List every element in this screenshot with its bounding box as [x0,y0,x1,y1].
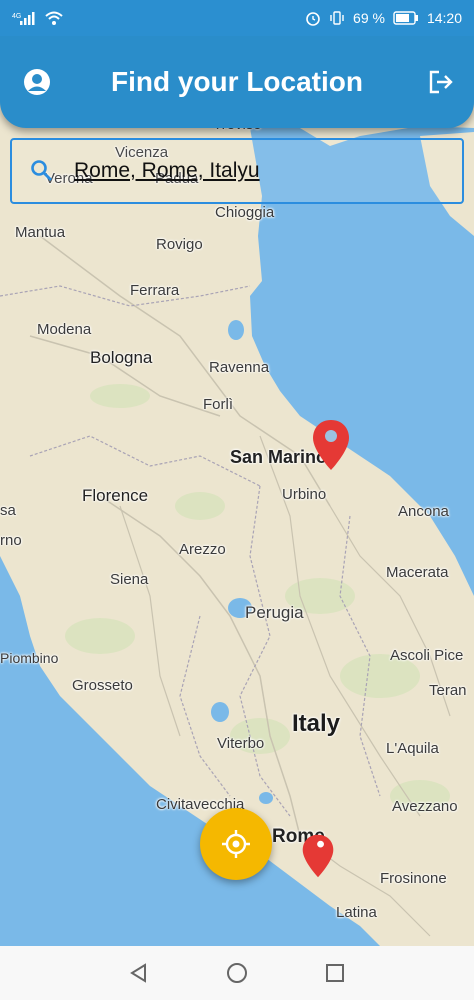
system-nav-bar [0,946,474,1000]
city-perugia: Perugia [245,603,304,622]
city-chioggia: Chioggia [215,204,275,221]
battery-percent: 69 % [353,10,385,26]
city-arezzo: Arezzo [179,541,226,558]
city-macerata: Macerata [386,564,449,581]
status-right: 69 % 14:20 [305,10,462,26]
search-input[interactable] [74,159,462,183]
tyrrhenian-sea [0,556,380,946]
city-livorno-partial: rno [0,532,22,549]
city-forli: Forlì [203,396,233,413]
search-icon[interactable] [28,157,56,185]
search-bar[interactable] [10,138,464,204]
back-icon[interactable] [125,959,153,987]
logout-icon[interactable] [426,68,454,96]
app-header: Find your Location [0,36,474,128]
city-piombino: Piombino [0,650,59,666]
status-bar: 4G 69 % 14:20 [0,0,474,36]
locate-me-button[interactable] [200,808,272,880]
city-ascoli: Ascoli Pice [390,647,464,664]
page-title: Find your Location [111,66,363,97]
gps-crosshair-icon [222,830,250,858]
city-grosseto: Grosseto [72,677,133,694]
home-icon[interactable] [223,959,251,987]
city-siena: Siena [110,571,149,588]
lake-bolsena [211,702,229,722]
status-left: 4G [12,10,64,26]
rome-marker-pin[interactable] [301,833,335,879]
city-mantua: Mantua [15,224,66,241]
signal-icon: 4G [12,12,35,25]
lake-bracciano [259,792,273,804]
city-laquila: L'Aquila [386,740,439,757]
city-ancona: Ancona [398,503,449,520]
wifi-icon [45,11,63,25]
vibrate-icon [330,11,344,25]
city-modena: Modena [37,321,92,338]
city-latina: Latina [336,904,377,921]
city-avezzano: Avezzano [392,798,458,815]
location-marker-pin[interactable] [311,418,351,472]
profile-icon[interactable] [23,68,51,96]
alarm-icon [306,12,320,26]
city-viterbo: Viterbo [217,735,265,752]
svg-text:4G: 4G [12,13,21,20]
city-urbino: Urbino [282,486,327,503]
city-rovigo: Rovigo [156,236,203,253]
country-italy: Italy [292,710,341,737]
city-pisa-partial: sa [0,502,16,519]
battery-icon [393,11,418,25]
city-frosinone: Frosinone [380,870,447,887]
status-time: 14:20 [426,10,462,26]
city-ferrara: Ferrara [130,282,180,299]
city-bologna: Bologna [90,348,153,367]
recents-icon[interactable] [321,959,349,987]
city-teramo: Teran [429,682,467,699]
city-florence: Florence [82,486,149,505]
city-ravenna: Ravenna [209,359,270,376]
